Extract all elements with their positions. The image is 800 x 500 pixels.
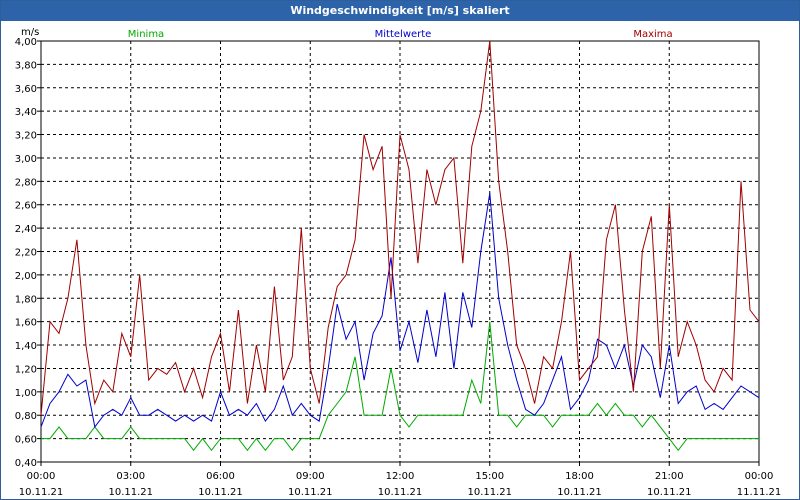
y-tick-label: 1,00 (15, 388, 37, 399)
y-tick-label: 1,60 (15, 318, 37, 329)
y-tick-label: 3,80 (15, 60, 37, 71)
y-axis-unit: m/s (21, 27, 39, 38)
y-tick-label: 2,80 (15, 177, 37, 188)
x-tick-date: 10.11.21 (19, 487, 64, 498)
x-tick-time: 12:00 (386, 471, 415, 482)
x-tick-date: 10.11.21 (557, 487, 602, 498)
y-tick-label: 2,00 (15, 271, 37, 282)
x-tick-date: 10.11.21 (288, 487, 333, 498)
y-tick-label: 1,40 (15, 341, 37, 352)
x-tick-time: 09:00 (296, 471, 325, 482)
y-tick-label: 4,00 (15, 37, 37, 48)
x-tick-time: 00:00 (745, 471, 774, 482)
legend-mittelwerte: Mittelwerte (375, 29, 432, 40)
y-tick-label: 0,60 (15, 435, 37, 446)
x-tick-date: 10.11.21 (467, 487, 512, 498)
x-tick-date: 10.11.21 (378, 487, 423, 498)
y-tick-label: 0,80 (15, 411, 37, 422)
x-tick-time: 18:00 (565, 471, 594, 482)
y-tick-label: 2,60 (15, 201, 37, 212)
x-tick-date: 10.11.21 (198, 487, 243, 498)
x-tick-date: 11.11.21 (737, 487, 782, 498)
x-tick-time: 03:00 (116, 471, 145, 482)
legend-maxima: Maxima (633, 29, 672, 40)
x-tick-time: 00:00 (27, 471, 56, 482)
x-tick-date: 10.11.21 (108, 487, 153, 498)
y-tick-label: 1,20 (15, 364, 37, 375)
x-tick-time: 06:00 (206, 471, 235, 482)
y-tick-label: 2,20 (15, 248, 37, 259)
x-tick-time: 21:00 (655, 471, 684, 482)
y-tick-label: 3,60 (15, 84, 37, 95)
y-tick-label: 2,40 (15, 224, 37, 235)
x-tick-date: 10.11.21 (647, 487, 692, 498)
y-tick-label: 0,40 (15, 458, 37, 469)
chart-title: Windgeschwindigkeit [m/s] skaliert (1, 1, 799, 21)
chart-area: 0,40 0,60 0,80 1,00 1,20 1,40 1,60 1,80 2,00 2,20… (15, 27, 782, 498)
y-tick-label: 3,00 (15, 154, 37, 165)
y-tick-label: 3,20 (15, 131, 37, 142)
y-tick-label: 1,80 (15, 294, 37, 305)
chart-window: Windgeschwindigkeit [m/s] skaliert 0,40 0… (0, 0, 800, 500)
legend-minima: Minima (128, 29, 164, 40)
y-tick-label: 3,40 (15, 107, 37, 118)
x-tick-time: 15:00 (475, 471, 504, 482)
